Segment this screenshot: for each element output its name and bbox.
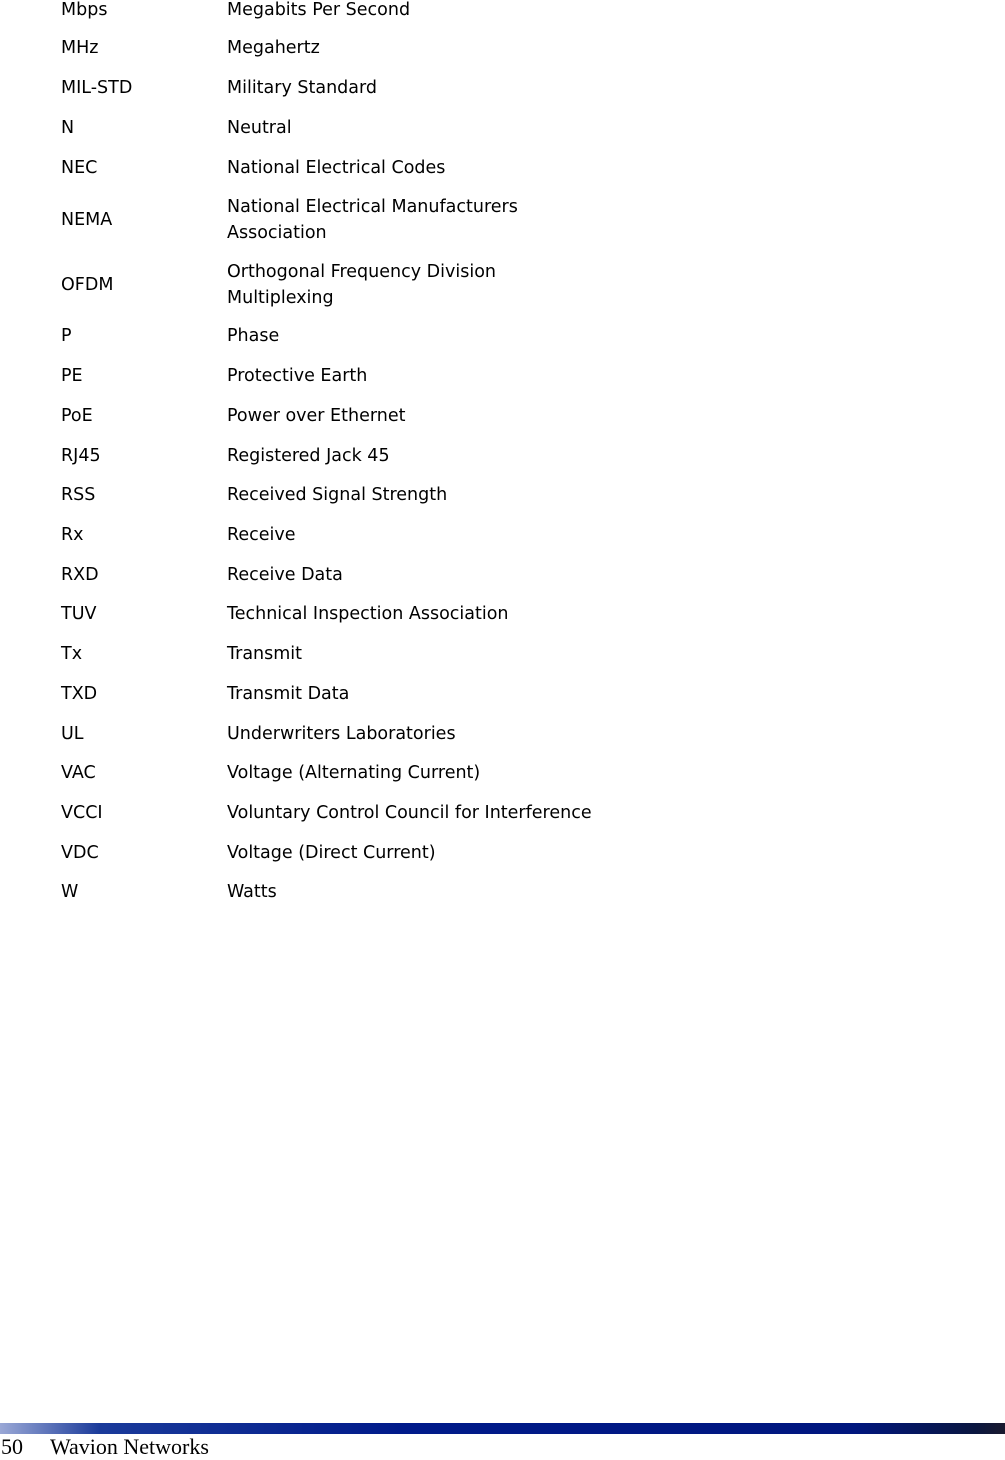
abbreviation: N [61,118,75,138]
glossary-row: RSS Received Signal Strength [0,482,700,508]
abbreviation: NEC [61,158,98,178]
definition-line: Orthogonal Frequency Division [227,262,496,282]
glossary-row: MIL-STD Military Standard [0,75,700,101]
glossary-row: PoE Power over Ethernet [0,403,700,429]
abbreviation: VAC [61,763,96,783]
glossary-row: UL Underwriters Laboratories [0,721,700,747]
glossary-row: VAC Voltage (Alternating Current) [0,760,700,786]
definition: Voluntary Control Council for Interferen… [227,803,592,823]
abbreviation: RXD [61,565,99,585]
definition: Technical Inspection Association [227,604,509,624]
abbreviation: P [61,326,72,346]
definition: Neutral [227,118,292,138]
glossary-row: OFDM Orthogonal Frequency Division Multi… [0,259,700,311]
definition: Protective Earth [227,366,368,386]
definition: Receive Data [227,565,343,585]
abbreviation: RJ45 [61,446,101,466]
abbreviation: Mbps [61,0,108,20]
definition: Voltage (Alternating Current) [227,763,481,783]
definition: Power over Ethernet [227,406,406,426]
abbreviation: W [61,882,79,902]
abbreviation: Rx [61,525,84,545]
definition: Orthogonal Frequency Division Multiplexi… [227,259,496,311]
glossary-row: VDC Voltage (Direct Current) [0,840,700,866]
abbreviation: VCCI [61,803,103,823]
definition: Receive [227,525,296,545]
glossary-row: NEC National Electrical Codes [0,155,700,181]
glossary-row: Mbps Megabits Per Second [0,0,700,23]
definition-line: Association [227,223,327,243]
glossary-row: N Neutral [0,115,700,141]
glossary-row: NEMA National Electrical Manufacturers A… [0,194,700,246]
definition: Watts [227,882,277,902]
glossary-row: Tx Transmit [0,641,700,667]
abbreviation: TUV [61,604,97,624]
definition: National Electrical Codes [227,158,446,178]
abbreviation: MHz [61,38,99,58]
definition: Underwriters Laboratories [227,724,456,744]
definition: National Electrical Manufacturers Associ… [227,194,518,246]
glossary-row: RXD Receive Data [0,562,700,588]
company-name: Wavion Networks [50,1434,209,1459]
glossary-row: P Phase [0,323,700,349]
definition: Registered Jack 45 [227,446,390,466]
abbreviation: PoE [61,406,93,426]
glossary-row: TXD Transmit Data [0,681,700,707]
abbreviation: MIL-STD [61,78,133,98]
glossary-row: RJ45 Registered Jack 45 [0,443,700,469]
abbreviation: TXD [61,684,98,704]
glossary-row: MHz Megahertz [0,35,700,61]
definition-line: National Electrical Manufacturers [227,197,518,217]
page-number: 50 [1,1434,23,1459]
glossary-row: Rx Receive [0,522,700,548]
definition: Megabits Per Second [227,0,411,20]
definition: Transmit [227,644,303,664]
abbreviation: VDC [61,843,99,863]
definition-line: Multiplexing [227,288,334,308]
definition: Transmit Data [227,684,350,704]
glossary-row: W Watts [0,879,700,905]
definition: Military Standard [227,78,377,98]
abbreviation: OFDM [61,275,114,295]
abbreviation: PE [61,366,83,386]
abbreviation: UL [61,724,84,744]
glossary-row: TUV Technical Inspection Association [0,601,700,627]
abbreviation: RSS [61,485,96,505]
definition: Voltage (Direct Current) [227,843,436,863]
glossary-row: PE Protective Earth [0,363,700,389]
definition: Phase [227,326,280,346]
definition: Received Signal Strength [227,485,448,505]
definition: Megahertz [227,38,320,58]
abbreviation: NEMA [61,210,113,230]
glossary-row: VCCI Voluntary Control Council for Inter… [0,800,700,826]
abbreviation: Tx [61,644,83,664]
footer-gradient-bar [0,1423,1005,1434]
